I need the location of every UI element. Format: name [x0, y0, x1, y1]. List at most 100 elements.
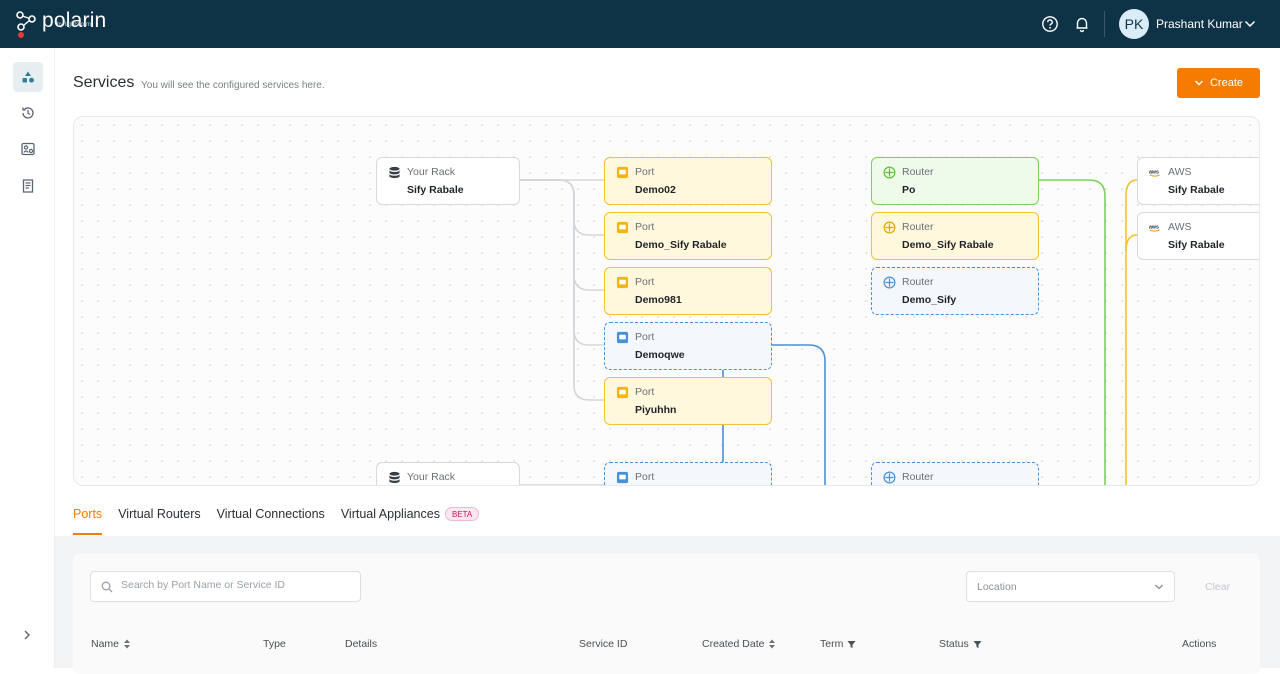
tab-virtual-routers[interactable]: Virtual Routers	[118, 504, 200, 534]
node-name: Demo981	[635, 294, 682, 306]
ports-section: Location Clear Name Type Details Service…	[55, 536, 1280, 674]
help-circle-icon[interactable]	[1041, 15, 1059, 33]
port-node-pending[interactable]: Port Demoqwe	[604, 322, 772, 370]
database-icon	[389, 166, 400, 179]
column-header-name[interactable]: Name	[91, 638, 131, 650]
column-header-term[interactable]: Term	[820, 638, 856, 650]
column-label: Name	[91, 638, 120, 650]
table-header: Name Type Details Service ID Created Dat…	[73, 638, 1260, 662]
node-name: Demo_Sify	[902, 294, 957, 306]
router-node-pending[interactable]: Router Demo_Sify	[871, 267, 1039, 315]
chevron-down-icon	[1155, 584, 1163, 590]
chevron-right-icon[interactable]	[21, 629, 33, 641]
port-node[interactable]: Port Demo_Sify Rabale	[604, 212, 772, 260]
column-header-status[interactable]: Status	[939, 638, 982, 650]
history-icon	[22, 107, 34, 119]
node-type: Router	[902, 276, 934, 288]
node-name: Po	[902, 184, 916, 196]
sidebar-item-services[interactable]	[13, 62, 43, 92]
column-header-details: Details	[345, 638, 377, 650]
services-icon	[22, 71, 34, 83]
node-type: Port	[635, 221, 655, 233]
filter-icon	[847, 640, 856, 648]
sidebar-item-monitoring[interactable]	[13, 134, 43, 164]
column-header-actions: Actions	[1182, 638, 1216, 650]
svg-text:aws: aws	[1149, 224, 1159, 230]
node-type: AWS	[1168, 166, 1192, 178]
tab-virtual-appliances[interactable]: Virtual Appliances BETA	[341, 504, 480, 534]
port-node[interactable]: Port Demo02	[604, 157, 772, 205]
create-button-label: Create	[1209, 77, 1244, 89]
topbar-divider	[1104, 11, 1105, 37]
router-icon	[883, 276, 896, 289]
sort-icon	[124, 639, 131, 649]
polarin-logo-icon	[16, 11, 36, 38]
tab-virtual-connections[interactable]: Virtual Connections	[217, 504, 325, 534]
node-type: Port	[635, 166, 655, 178]
chevron-down-icon[interactable]	[1244, 18, 1256, 30]
router-node-pending[interactable]: Router	[871, 462, 1039, 485]
avatar[interactable]: PK	[1119, 9, 1149, 39]
node-type: Router	[902, 166, 934, 178]
create-button[interactable]: Create	[1177, 68, 1260, 98]
beta-badge: BETA	[444, 507, 480, 521]
router-node[interactable]: Router Demo_Sify Rabale	[871, 212, 1039, 260]
node-type: Port	[635, 386, 655, 398]
router-icon	[883, 221, 896, 234]
chevron-down-icon	[1194, 80, 1203, 86]
port-node-pending[interactable]: Port	[604, 462, 772, 485]
svg-text:aws: aws	[1149, 169, 1159, 175]
cloud-node[interactable]: aws AWS Sify Rabale	[1137, 157, 1259, 205]
ports-panel: Location Clear Name Type Details Service…	[73, 554, 1260, 674]
node-type: Port	[635, 331, 655, 343]
service-tabs: Ports Virtual Routers Virtual Connection…	[73, 504, 495, 536]
tab-label: Virtual Routers	[118, 507, 201, 521]
search-box[interactable]	[90, 571, 361, 602]
database-icon	[389, 471, 400, 484]
bell-icon[interactable]	[1073, 15, 1091, 33]
port-icon	[616, 166, 629, 179]
document-icon	[22, 179, 34, 193]
top-bar: polarin by lightstorm PK Prashant Kumar	[0, 0, 1280, 48]
clear-button[interactable]: Clear	[1205, 581, 1230, 593]
aws-icon: aws	[1149, 169, 1160, 177]
tab-ports[interactable]: Ports	[73, 504, 103, 535]
node-name: Demo_Sify Rabale	[635, 239, 727, 251]
node-name: Demo_Sify Rabale	[902, 239, 994, 251]
column-header-service-id: Service ID	[579, 638, 627, 650]
column-label: Created Date	[702, 638, 765, 650]
node-name: Sify Rabale	[407, 184, 464, 196]
sort-icon	[769, 639, 776, 649]
router-icon	[883, 471, 896, 484]
page-title: Services	[73, 74, 135, 91]
node-name: Demoqwe	[635, 349, 685, 361]
column-header-type: Type	[263, 638, 286, 650]
port-node[interactable]: Port Demo981	[604, 267, 772, 315]
rack-node[interactable]: Your Rack	[376, 462, 520, 485]
cloud-node[interactable]: aws AWS Sify Rabale	[1137, 212, 1259, 260]
column-header-created-date[interactable]: Created Date	[702, 638, 776, 650]
monitoring-icon	[21, 142, 35, 156]
node-name: Demo02	[635, 184, 676, 196]
port-icon	[616, 221, 629, 234]
search-icon	[101, 581, 113, 593]
location-select[interactable]: Location	[966, 571, 1175, 602]
user-name[interactable]: Prashant Kumar	[1156, 17, 1243, 31]
search-input[interactable]	[121, 579, 351, 591]
router-node-active[interactable]: Router Po	[871, 157, 1039, 205]
brand-subtitle: by lightstorm	[57, 22, 92, 28]
node-type: Port	[635, 276, 655, 288]
node-type: Your Rack	[407, 471, 456, 483]
column-label: Type	[263, 638, 286, 650]
node-type: AWS	[1168, 221, 1192, 233]
sidebar-item-billing[interactable]	[13, 171, 43, 201]
port-node[interactable]: Port Piyuhhn	[604, 377, 772, 425]
topology-canvas[interactable]: Your Rack Sify Rabale Port Demo02 Port D…	[73, 116, 1260, 486]
tab-label: Ports	[73, 507, 103, 521]
sidebar-item-history[interactable]	[13, 98, 43, 128]
column-label: Status	[939, 638, 969, 650]
rack-node[interactable]: Your Rack Sify Rabale	[376, 157, 520, 205]
node-type: Router	[902, 471, 934, 483]
node-name: Sify Rabale	[1168, 239, 1225, 251]
port-icon	[616, 331, 629, 344]
